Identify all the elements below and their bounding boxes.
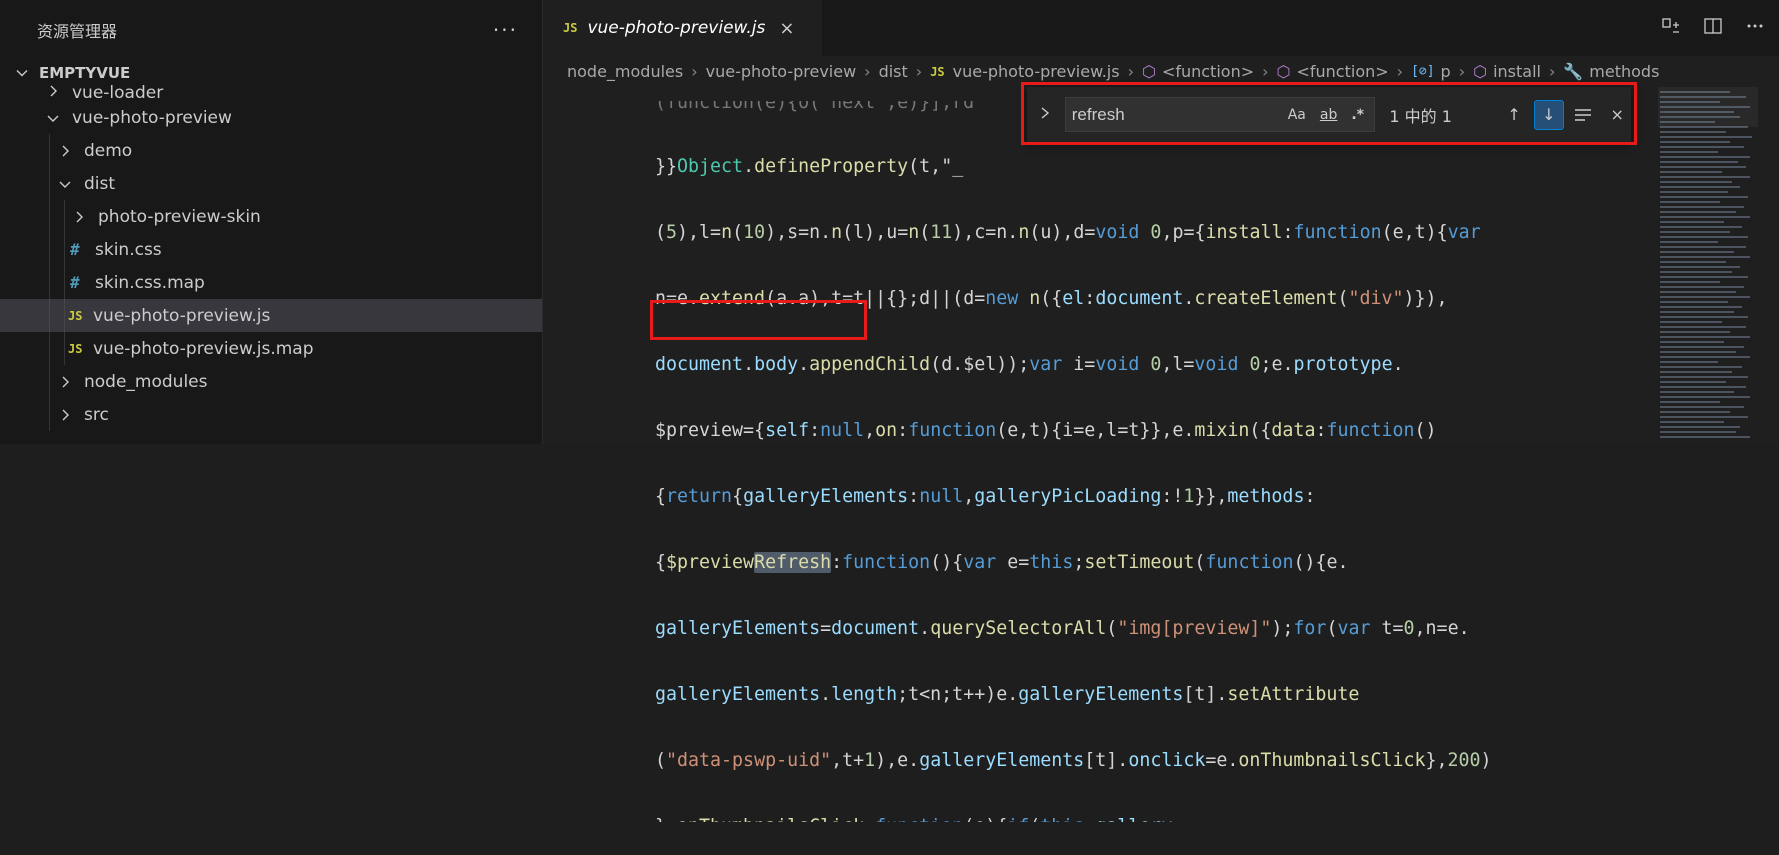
breadcrumb-label: install (1493, 62, 1541, 81)
code-line: document.body.appendChild(d.$el));var i=… (655, 354, 1404, 375)
code-line: {$previewRefresh:function(){var e=this;s… (655, 552, 1349, 573)
tree-item-vue-photo-preview-js-map[interactable]: JS vue-photo-preview.js.map (0, 332, 542, 365)
whole-word-toggle[interactable]: ab (1320, 107, 1337, 123)
indent-guide (64, 266, 65, 299)
indent-guide (64, 200, 65, 233)
indent-guide (49, 266, 50, 299)
code-line: {return{galleryElements:null,galleryPicL… (655, 486, 1316, 507)
editor-actions (1659, 14, 1767, 38)
file-tree: vue-loader vue-photo-preview demo dist p… (0, 82, 542, 431)
chevron-down-icon (58, 177, 72, 191)
chevron-right-icon (58, 408, 72, 422)
code-line: (5),l=n(10),s=n.n(l),u=n(11),c=n.n(u),d=… (655, 222, 1481, 243)
code-line: ("data-pswp-uid",t+1),e.galleryElements[… (655, 750, 1492, 771)
tree-item-label: vue-photo-preview (72, 107, 232, 128)
indent-guide (49, 299, 50, 332)
indent-guide (49, 398, 50, 431)
tree-item-label: skin.css (95, 239, 162, 260)
breadcrumb-label: methods (1589, 62, 1660, 81)
tree-item-label: vue-loader (72, 83, 164, 98)
match-case-toggle[interactable]: Aa (1288, 107, 1306, 123)
explorer-sidebar: 资源管理器 ··· EMPTYVUE vue-loader vue-photo-… (0, 0, 543, 444)
toggle-replace-chevron-icon[interactable] (1033, 105, 1057, 124)
tree-item-label: src (84, 404, 109, 425)
tree-item-label: skin.css.map (95, 272, 205, 293)
code-line: galleryElements=document.querySelectorAl… (655, 618, 1470, 639)
next-match-button[interactable]: ↓ (1533, 99, 1564, 130)
more-actions-icon[interactable]: ··· (493, 18, 518, 42)
code-line: galleryElements.length;t<n;t++)e.gallery… (655, 684, 1360, 705)
indent-guide (49, 365, 50, 398)
tree-item-label: dist (84, 173, 116, 194)
indent-guide (49, 233, 50, 266)
property-wrench-icon: 🔧 (1563, 62, 1584, 81)
css-file-icon: # (70, 273, 80, 292)
compare-changes-icon[interactable] (1659, 14, 1683, 38)
vertical-scrollbar[interactable] (1765, 87, 1779, 444)
find-input[interactable] (1065, 103, 1274, 126)
code-line: }}Object.defineProperty(t,"_ (655, 156, 964, 177)
tree-item-demo[interactable]: demo (0, 134, 542, 167)
chevron-down-icon (16, 70, 28, 77)
tab-vue-photo-preview-js[interactable]: JS vue-photo-preview.js × (543, 0, 822, 56)
find-widget: Aa ab .* 1 中的 1 ↑ ↓ × (1027, 87, 1631, 142)
code-editor[interactable]: (function(e){o("next",e)}],rd }}Object.d… (655, 68, 1492, 855)
js-file-icon: JS (68, 341, 83, 356)
match-count: 1 中的 1 (1389, 106, 1452, 126)
indent-guide (49, 167, 50, 200)
indent-guide (49, 134, 50, 167)
chevron-right-icon (58, 144, 72, 158)
chevron-right-icon: › (1548, 62, 1556, 81)
regex-toggle[interactable]: .* (1351, 107, 1364, 123)
js-file-icon: JS (68, 308, 83, 323)
indent-guide (64, 332, 65, 365)
code-line: n=e.extend(a.a),t=t||{};d||(d=new n({el:… (655, 288, 1448, 309)
tree-item-skin-css[interactable]: # skin.css (0, 233, 542, 266)
js-file-icon: JS (563, 21, 578, 35)
tree-item-skin-css-map[interactable]: # skin.css.map (0, 266, 542, 299)
tree-item-vue-photo-preview-js[interactable]: JS vue-photo-preview.js (0, 299, 542, 332)
tree-item-photo-preview-skin[interactable]: photo-preview-skin (0, 200, 542, 233)
tab-title: vue-photo-preview.js (587, 18, 766, 38)
tree-item-label: demo (84, 140, 133, 161)
tree-item-label: vue-photo-preview.js.map (93, 338, 314, 359)
tab-bar: JS vue-photo-preview.js × (543, 0, 1779, 56)
breadcrumb-item[interactable]: 🔧 methods (1563, 62, 1659, 81)
split-editor-icon[interactable] (1701, 14, 1725, 38)
tree-item-src[interactable]: src (0, 398, 542, 431)
explorer-header: 资源管理器 ··· (0, 0, 542, 60)
chevron-right-icon (72, 210, 86, 224)
tree-item-label: photo-preview-skin (98, 206, 261, 227)
code-line: $preview={self:null,on:function(e,t){i=e… (655, 420, 1437, 441)
indent-guide (64, 233, 65, 266)
chevron-right-icon (46, 84, 60, 98)
close-icon[interactable]: × (779, 18, 794, 39)
find-input-container: Aa ab .* (1064, 97, 1376, 132)
close-find-button[interactable]: × (1603, 101, 1631, 129)
indent-guide (49, 200, 50, 233)
tree-item-vue-loader[interactable]: vue-loader (0, 80, 542, 98)
tree-item-label: vue-photo-preview.js (93, 305, 271, 326)
more-actions-icon[interactable] (1743, 14, 1767, 38)
tree-item-vue-photo-preview[interactable]: vue-photo-preview (0, 101, 542, 134)
indent-guide (64, 299, 65, 332)
tree-item-node-modules[interactable]: node_modules (0, 365, 542, 398)
minimap[interactable] (1658, 87, 1758, 444)
chevron-right-icon (58, 375, 72, 389)
explorer-title: 资源管理器 (37, 22, 118, 41)
css-file-icon: # (70, 240, 80, 259)
tree-item-dist[interactable]: dist (0, 167, 542, 200)
chevron-down-icon (46, 111, 60, 125)
code-line: },onThumbnailsClick:function(e){if(this.… (655, 810, 1492, 822)
previous-match-button[interactable]: ↑ (1500, 101, 1528, 129)
tree-item-label: node_modules (84, 371, 208, 392)
indent-guide (49, 332, 50, 365)
find-in-selection-icon[interactable] (1570, 101, 1598, 129)
